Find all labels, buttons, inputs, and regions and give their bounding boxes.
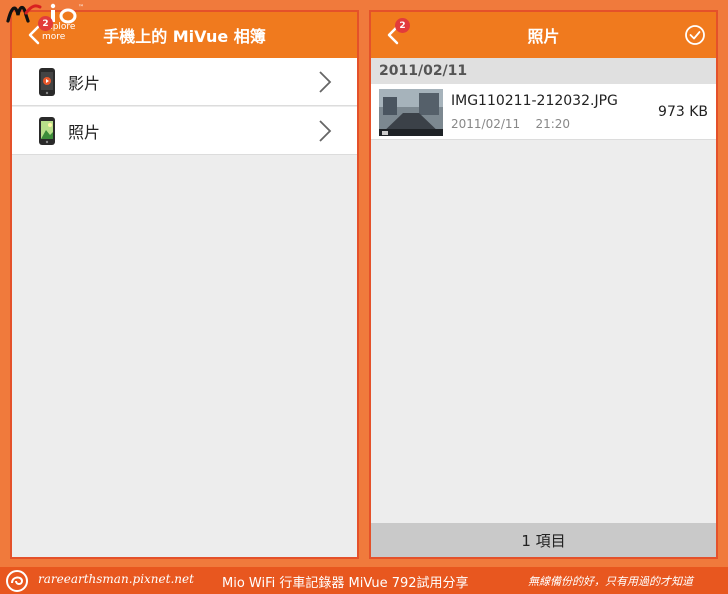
photo-thumbnail[interactable] xyxy=(379,89,443,136)
watermark-caption: Mio WiFi 行車記錄器 MiVue 792試用分享 xyxy=(222,576,469,591)
file-timestamp: 2011/02/11 21:20 xyxy=(451,117,570,131)
watermark-slogan: 無線備份的好，只有用過的才知道 xyxy=(528,575,693,588)
watermark-url: rareearthsman.pixnet.net xyxy=(38,572,194,586)
page-title: 手機上的 MiVue 相簿 xyxy=(103,27,266,46)
album-item-videos[interactable]: 影片 xyxy=(12,58,357,106)
file-size: 973 KB xyxy=(658,104,708,120)
chevron-right-icon xyxy=(319,71,332,93)
file-row[interactable]: IMG110211-212032.JPG 2011/02/11 21:20 97… xyxy=(371,84,716,140)
date-group-header: 2011/02/11 xyxy=(371,58,716,84)
page-title: 照片 xyxy=(527,27,560,46)
chevron-right-icon xyxy=(319,120,332,142)
album-item-photos[interactable]: 照片 xyxy=(12,107,357,155)
photos-title-bar: 2 照片 xyxy=(371,12,716,58)
item-count-bar: 1 項目 xyxy=(371,523,716,557)
notification-badge: 2 xyxy=(395,18,410,33)
file-date: 2011/02/11 xyxy=(451,117,521,131)
photos-screen: 2 照片 2011/02/11 IMG110211-212032.JPG 201… xyxy=(369,10,718,559)
video-phone-icon xyxy=(39,68,55,96)
trademark-mark: ™ xyxy=(78,4,84,11)
album-item-label: 照片 xyxy=(68,122,101,142)
photo-phone-icon xyxy=(39,117,55,145)
notification-badge: 2 xyxy=(38,16,53,31)
file-name: IMG110211-212032.JPG xyxy=(451,93,618,109)
select-all-check-icon[interactable] xyxy=(684,24,706,46)
album-screen: 手機上的 MiVue 相簿 影片 照片 xyxy=(10,10,359,559)
file-time: 21:20 xyxy=(535,117,571,131)
watermark-strip: rareearthsman.pixnet.net Mio WiFi 行車記錄器 … xyxy=(0,567,728,594)
album-item-label: 影片 xyxy=(68,73,101,93)
blog-logo-icon xyxy=(6,570,28,592)
